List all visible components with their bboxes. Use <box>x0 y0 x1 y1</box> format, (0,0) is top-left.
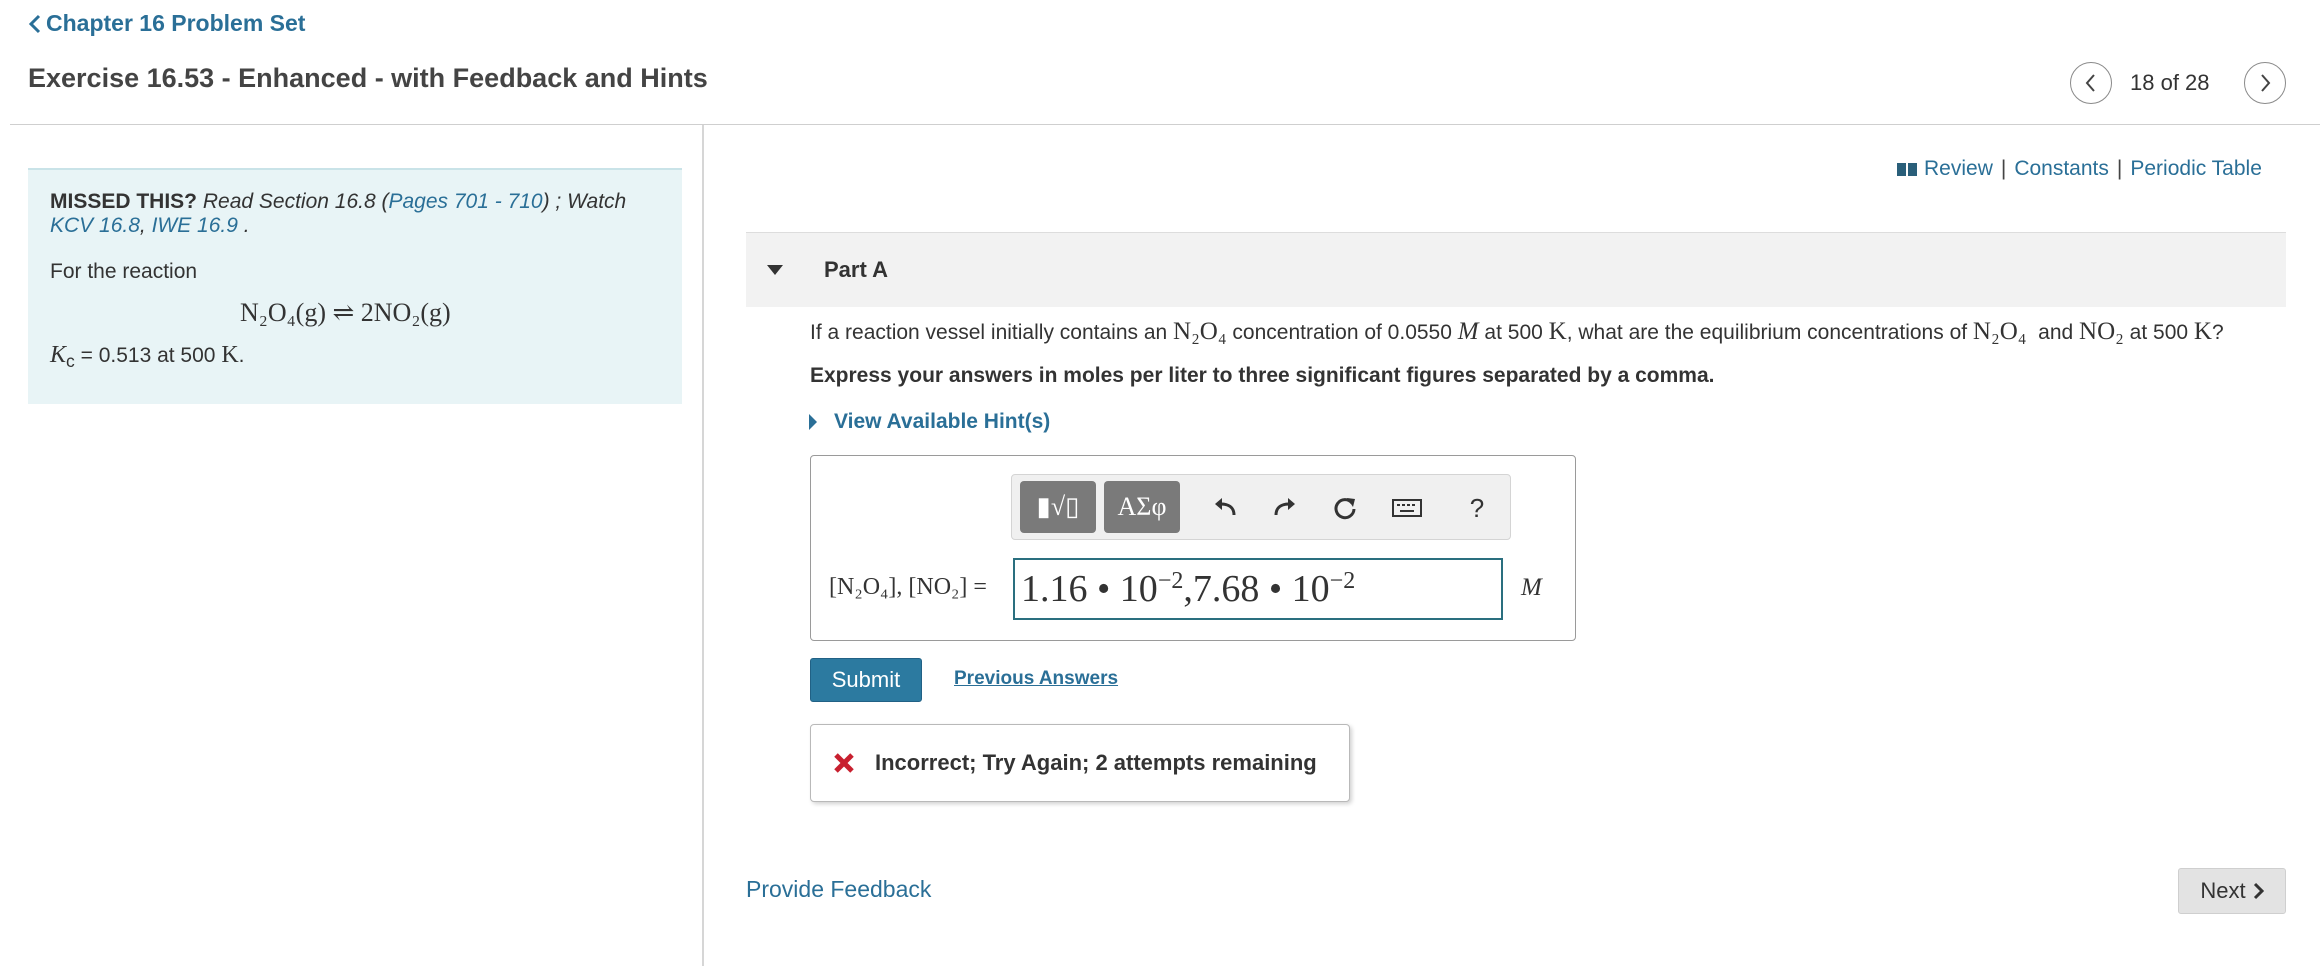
next-button[interactable]: Next <box>2178 868 2286 914</box>
back-link-label: Chapter 16 Problem Set <box>46 10 306 36</box>
answer-value-a: 1.16 • 10 <box>1021 568 1158 610</box>
symbols-button[interactable]: ΑΣφ <box>1104 481 1180 533</box>
templates-button[interactable]: ▮√▯ <box>1020 481 1096 533</box>
math-toolbar: ▮√▯ ΑΣφ ? <box>1011 474 1511 540</box>
question-segment: at 500 <box>2123 321 2194 344</box>
chevron-left-icon <box>28 14 41 33</box>
answer-exponent-b: −2 <box>1329 567 1356 594</box>
kc-value: = 0.513 at 500 <box>74 344 222 367</box>
reset-icon <box>1334 498 1356 520</box>
question-segment: If a reaction vessel initially contains … <box>810 321 1174 344</box>
answer-separator: , <box>1183 568 1193 610</box>
answer-value-b: 7.68 • 10 <box>1192 568 1330 610</box>
missed-this-note: MISSED THIS? Read Section 16.8 (Pages 70… <box>50 190 660 238</box>
symbols-label: ΑΣφ <box>1117 492 1167 521</box>
answer-input[interactable]: 1.16 • 10 −2, 7.68 • 10 −2 <box>1013 558 1503 620</box>
answer-label: [N₂O₄], [NO₂] = <box>829 574 987 600</box>
previous-answers-link[interactable]: Previous Answers <box>954 668 1118 690</box>
question-segment: at 500 <box>1478 321 1549 344</box>
chevron-right-icon <box>2253 882 2264 900</box>
resource-links: Review | Constants | Periodic Table <box>1896 157 2262 181</box>
next-item-button[interactable] <box>2244 62 2286 104</box>
redo-button[interactable] <box>1270 493 1300 523</box>
watch-text: ) ; Watch <box>542 190 627 213</box>
periodic-table-link[interactable]: Periodic Table <box>2130 157 2262 181</box>
pages-link[interactable]: Pages 701 - 710 <box>388 190 542 213</box>
question-segment: , what are the equilibrium concentration… <box>1566 321 1973 344</box>
keyboard-button[interactable] <box>1392 493 1422 523</box>
comma-text: , <box>139 214 152 237</box>
answer-instruction: Express your answers in moles per liter … <box>810 364 1715 387</box>
triangle-right-icon <box>809 414 817 430</box>
x-mark-icon <box>834 753 854 773</box>
unit-m: M <box>1457 318 1479 345</box>
reaction-equation: N₂O₄(g) ⇌ 2NO₂(g) <box>240 298 451 327</box>
part-label: Part A <box>824 257 888 282</box>
unit-k: K <box>1548 318 1567 345</box>
part-a-header[interactable]: Part A <box>746 232 2286 307</box>
species-n2o4: N₂O₄ <box>1173 318 1227 345</box>
kcv-link[interactable]: KCV 16.8 <box>50 214 140 237</box>
item-counter: 18 of 28 <box>2130 70 2210 95</box>
species-no2: NO₂ <box>2079 318 2124 345</box>
question-segment: ? <box>2211 321 2224 344</box>
unit-k: K <box>2193 318 2212 345</box>
unit-label: M <box>1521 574 1542 601</box>
separator: | <box>2000 157 2007 180</box>
chevron-left-icon <box>2085 74 2095 92</box>
templates-label: ▮√▯ <box>1036 492 1080 521</box>
kc-symbol: K <box>50 342 67 368</box>
view-hints-toggle[interactable]: View Available Hint(s) <box>808 410 1050 434</box>
column-divider <box>702 125 704 966</box>
back-to-chapter-link[interactable]: Chapter 16 Problem Set <box>28 10 305 37</box>
species-n2o4: N₂O₄ <box>1972 318 2027 345</box>
triangle-down-icon <box>767 265 783 275</box>
redo-icon <box>1274 498 1295 516</box>
undo-button[interactable] <box>1210 493 1240 523</box>
feedback-message-box: Incorrect; Try Again; 2 attempts remaini… <box>810 724 1350 802</box>
chevron-right-icon <box>2261 74 2271 92</box>
review-link[interactable]: Review <box>1924 157 1993 181</box>
kc-subscript: c <box>66 351 75 372</box>
feedback-text: Incorrect; Try Again; 2 attempts remaini… <box>875 750 1317 775</box>
previous-item-button[interactable] <box>2070 62 2112 104</box>
problem-intro-panel: MISSED THIS? Read Section 16.8 (Pages 70… <box>28 168 682 404</box>
submit-button[interactable]: Submit <box>810 658 922 702</box>
keyboard-icon <box>1392 499 1422 517</box>
reset-button[interactable] <box>1330 493 1360 523</box>
kc-end: . <box>238 344 245 367</box>
question-segment: and <box>2026 321 2080 344</box>
next-label: Next <box>2200 878 2246 903</box>
book-icon <box>1896 161 1918 177</box>
kc-unit: K <box>221 342 239 368</box>
reaction-intro: For the reaction <box>50 260 198 283</box>
read-text: Read Section 16.8 ( <box>202 190 389 213</box>
question-segment: concentration of 0.0550 <box>1226 321 1458 344</box>
answer-exponent-a: −2 <box>1157 567 1184 594</box>
period-text: . <box>237 214 250 237</box>
question-text: If a reaction vessel initially contains … <box>810 318 2224 346</box>
help-button[interactable]: ? <box>1462 493 1492 523</box>
provide-feedback-link[interactable]: Provide Feedback <box>746 876 931 903</box>
undo-icon <box>1215 498 1236 516</box>
missed-label: MISSED THIS? <box>50 190 198 213</box>
kc-statement: Kc = 0.513 at 500 K. <box>50 342 660 372</box>
page-title: Exercise 16.53 - Enhanced - with Feedbac… <box>28 63 708 93</box>
iwe-link[interactable]: IWE 16.9 <box>152 214 238 237</box>
constants-link[interactable]: Constants <box>2014 157 2109 181</box>
answer-box: ▮√▯ ΑΣφ ? [N₂O₄], [NO₂] = 1.16 • 10 −2, 7.… <box>810 455 1576 641</box>
separator: | <box>2116 157 2123 180</box>
hint-toggle-label: View Available Hint(s) <box>834 410 1051 433</box>
header-divider <box>10 124 2320 125</box>
